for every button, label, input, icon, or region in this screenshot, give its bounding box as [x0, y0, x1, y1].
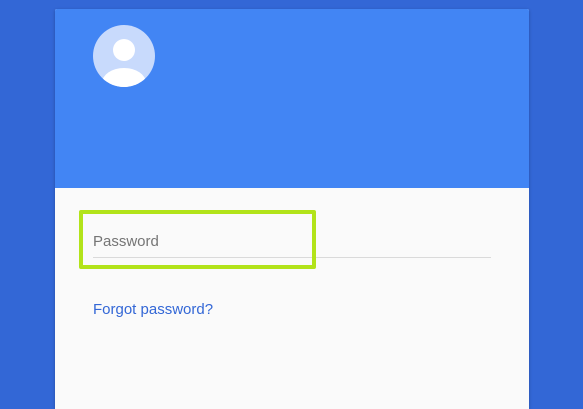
password-field — [93, 226, 491, 258]
card-header — [55, 9, 529, 188]
login-card: Forgot password? — [55, 9, 529, 409]
person-icon — [102, 39, 146, 87]
card-body: Forgot password? — [55, 188, 529, 409]
forgot-password-link[interactable]: Forgot password? — [93, 301, 213, 318]
password-input[interactable] — [93, 226, 491, 256]
password-underline — [93, 257, 491, 258]
account-avatar-icon — [93, 25, 155, 87]
